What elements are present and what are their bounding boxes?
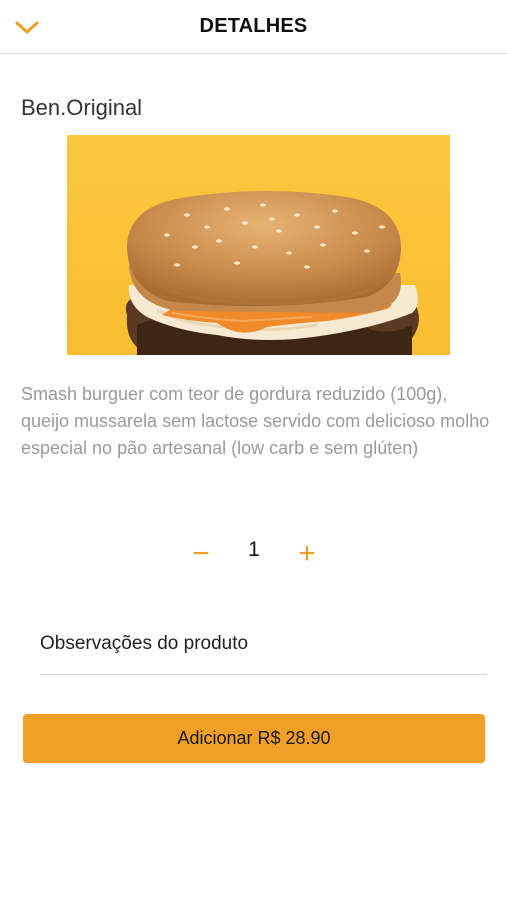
observations-field[interactable]: Observações do produto <box>40 625 487 675</box>
product-image <box>67 135 450 355</box>
app-header: DETALHES <box>0 0 507 54</box>
product-name: Ben.Original <box>21 95 143 120</box>
add-to-cart-button[interactable]: Adicionar R$ 28.90 <box>23 714 485 763</box>
quantity-stepper: − 1 + <box>0 532 507 576</box>
burger-photo <box>67 135 450 355</box>
product-description: Smash burguer com teor de gordura reduzi… <box>21 384 490 458</box>
page-title: DETALHES <box>199 15 308 37</box>
increase-quantity-button[interactable]: + <box>289 536 325 572</box>
observations-label: Observações do produto <box>40 633 249 654</box>
decrease-quantity-button[interactable]: − <box>183 536 219 572</box>
add-button-label: Adicionar R$ 28.90 <box>177 728 331 748</box>
quantity-value: 1 <box>248 538 260 561</box>
